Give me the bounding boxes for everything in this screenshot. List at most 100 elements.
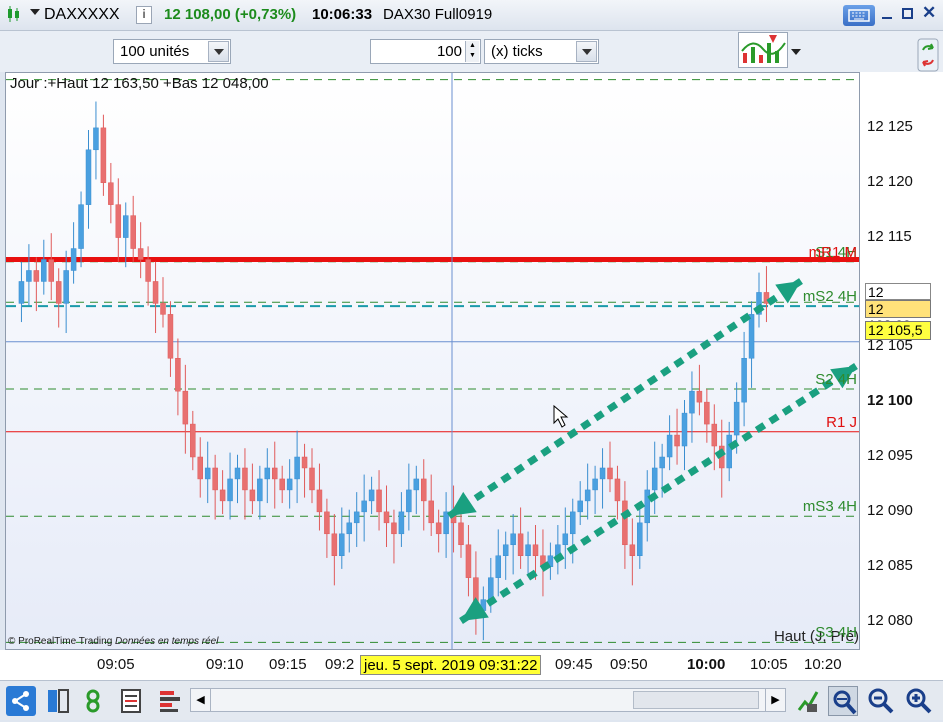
x-axis[interactable]: 09:05 09:10 09:15 09:2 09:45 09:50 10:00 10:05 1… bbox=[0, 650, 943, 680]
candle-body bbox=[137, 248, 144, 260]
candle-body bbox=[398, 511, 405, 535]
last-price-tag: 12 108,00 bbox=[865, 300, 931, 333]
candle-body bbox=[681, 412, 688, 447]
x-tick-label: 09:15 bbox=[269, 656, 307, 673]
y-axis[interactable]: 12 12512 12012 11512 11012 10512 10012 0… bbox=[860, 72, 943, 650]
chart-canvas[interactable] bbox=[6, 73, 859, 649]
candle-body bbox=[175, 358, 181, 392]
units-select[interactable]: 100 unités bbox=[113, 39, 231, 64]
close-button[interactable]: ✕ bbox=[922, 3, 936, 23]
candle-body bbox=[525, 544, 531, 556]
level-label: mS3 4H bbox=[802, 498, 857, 516]
candle-body bbox=[78, 204, 84, 249]
candle-body bbox=[272, 467, 278, 480]
candle-body bbox=[421, 478, 427, 502]
ticks-stepper[interactable]: 100 ▲ ▼ bbox=[370, 39, 481, 64]
candle-body bbox=[413, 478, 420, 491]
keyboard-button[interactable] bbox=[843, 5, 875, 26]
indicators-icon[interactable] bbox=[82, 686, 112, 716]
candle-body bbox=[234, 467, 241, 480]
list-icon[interactable] bbox=[118, 686, 148, 716]
ticks-unit-select[interactable]: (x) ticks bbox=[484, 39, 599, 64]
chevron-down-icon[interactable] bbox=[576, 41, 597, 62]
scroll-thumb[interactable] bbox=[633, 691, 759, 709]
layout-icon[interactable] bbox=[44, 686, 74, 716]
scroll-right-button[interactable]: ▶ bbox=[765, 689, 785, 711]
chevron-down-icon[interactable] bbox=[208, 41, 229, 62]
candle-body bbox=[197, 456, 203, 480]
x-tick-label: 09:45 bbox=[555, 656, 593, 673]
candle-body bbox=[622, 500, 628, 546]
candle-body bbox=[443, 511, 449, 535]
candle-body bbox=[227, 478, 233, 502]
candles-icon[interactable] bbox=[6, 5, 22, 27]
candle-body bbox=[309, 467, 315, 491]
instrument-dropdown-icon[interactable] bbox=[30, 9, 40, 15]
zoom-select-icon[interactable] bbox=[828, 686, 858, 716]
candle-body bbox=[219, 489, 226, 502]
stepper-icon[interactable]: ▲ ▼ bbox=[465, 41, 479, 62]
minimize-button[interactable] bbox=[882, 17, 892, 19]
level-label: mR1 M bbox=[808, 243, 857, 261]
drawing-tools-icon[interactable] bbox=[793, 686, 823, 716]
units-value: 100 unités bbox=[120, 43, 190, 60]
y-tick-label: 12 095 bbox=[867, 447, 913, 464]
zoom-in-icon[interactable] bbox=[904, 686, 934, 716]
candle-body bbox=[368, 489, 375, 502]
candle-body bbox=[465, 544, 472, 578]
candle-body bbox=[93, 127, 99, 151]
strategy-icon[interactable] bbox=[738, 32, 788, 68]
candle-body bbox=[249, 489, 256, 502]
candle-body bbox=[115, 204, 122, 238]
copyright: © ProRealTime Trading bbox=[8, 636, 113, 647]
candle-body bbox=[152, 281, 159, 304]
y-tick-label: 12 080 bbox=[867, 611, 913, 629]
refresh-icon[interactable] bbox=[917, 38, 939, 72]
cursor-date-tag: jeu. 5 sept. 2019 09:31:22 bbox=[360, 655, 542, 675]
candle-body bbox=[63, 270, 69, 304]
candle-body bbox=[674, 434, 680, 447]
candle-body bbox=[666, 434, 673, 458]
strategy-dropdown-icon[interactable] bbox=[791, 49, 801, 55]
share-icon[interactable] bbox=[6, 686, 36, 716]
candle-body bbox=[123, 215, 129, 238]
candle-body bbox=[48, 259, 54, 282]
candle-body bbox=[361, 500, 367, 513]
info-icon[interactable]: i bbox=[136, 6, 152, 24]
candle-body bbox=[353, 511, 360, 524]
horizontal-scrollbar[interactable]: ◀ ▶ bbox=[190, 688, 786, 712]
candle-body bbox=[502, 544, 509, 556]
candle-body bbox=[108, 182, 114, 205]
candle-body bbox=[167, 314, 174, 359]
price-change: 12 108,00 (+0,73%) bbox=[164, 6, 297, 23]
candle-body bbox=[428, 500, 434, 524]
cursor-price-tag: 12 105,5 bbox=[865, 321, 931, 340]
scroll-left-button[interactable]: ◀ bbox=[191, 689, 211, 711]
barcode-icon[interactable] bbox=[156, 686, 186, 716]
candle-body bbox=[33, 270, 40, 282]
candle-body bbox=[614, 478, 621, 502]
y-tick-label: 12 085 bbox=[867, 556, 913, 574]
candle-body bbox=[607, 467, 613, 480]
y-tick-label: 12 120 bbox=[867, 172, 913, 190]
price-chart[interactable]: Jour :+Haut 12 163,50 +Bas 12 048,00 © P… bbox=[5, 72, 860, 650]
candle-body bbox=[18, 281, 25, 304]
candle-body bbox=[406, 489, 412, 513]
candle-body bbox=[391, 522, 397, 535]
candle-body bbox=[376, 489, 382, 513]
candle-body bbox=[435, 522, 442, 535]
candle-body bbox=[331, 533, 338, 556]
instrument-name[interactable]: DAXXXXX bbox=[44, 6, 120, 24]
candle-body bbox=[637, 522, 643, 556]
candle-body bbox=[100, 127, 107, 183]
candle-body bbox=[145, 259, 151, 282]
ticks-value: 100 bbox=[436, 43, 462, 60]
zoom-out-icon[interactable] bbox=[866, 686, 896, 716]
level-label: S2 4H bbox=[815, 370, 857, 388]
candle-body bbox=[532, 544, 539, 556]
x-tick-label: 09:10 bbox=[206, 656, 244, 673]
maximize-button[interactable] bbox=[902, 8, 913, 19]
realtime-note: Données en temps réel bbox=[115, 636, 219, 647]
candle-body bbox=[599, 467, 606, 480]
candle-body bbox=[711, 423, 718, 447]
